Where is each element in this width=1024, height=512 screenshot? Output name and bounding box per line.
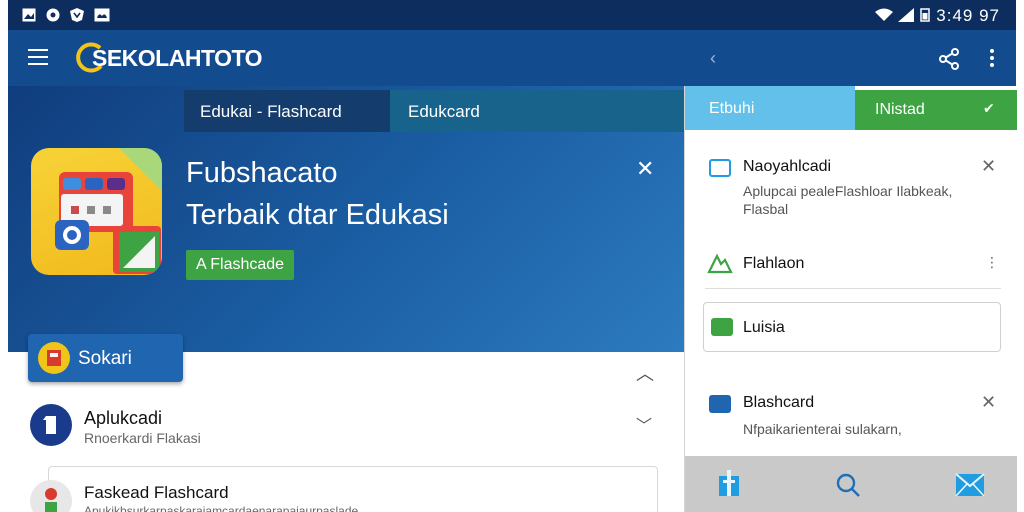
list-item-subtitle: Apukikbsurkarpaskaraiamcardaenarapaiaurp… xyxy=(84,504,359,512)
sokari-label: Sokari xyxy=(78,348,132,369)
close-icon[interactable]: ✕ xyxy=(981,156,996,177)
flashcard-badge[interactable]: A Flashcade xyxy=(186,250,295,280)
panel-item-subtitle: Aplupcai pealeFlashloar Ilabkeak, Flasba… xyxy=(743,183,953,217)
search-icon[interactable] xyxy=(835,472,861,498)
panel-item-title[interactable]: Luisia xyxy=(743,319,785,337)
close-icon[interactable]: ✕ xyxy=(981,392,996,413)
chevron-up-icon[interactable]: ︿ xyxy=(636,360,654,386)
shield-notification-icon xyxy=(70,8,84,22)
sokari-icon xyxy=(38,342,70,374)
list-section: Sokari ︿ Aplukcadi Rnoerkardi Flakasi ﹀ … xyxy=(8,334,684,512)
chevron-down-icon[interactable]: ﹀ xyxy=(636,412,652,436)
home-icon[interactable] xyxy=(717,470,741,498)
panel-item-title[interactable]: Naoyahlcadi xyxy=(743,158,831,176)
right-panel: Etbuhi INistad ✔ Naoyahlcadi Aplupcai pe… xyxy=(684,86,1017,512)
list-item-subtitle: Rnoerkardi Flakasi xyxy=(84,430,201,446)
panel-item-title[interactable]: Blashcard xyxy=(743,394,814,412)
share-icon[interactable] xyxy=(938,48,960,70)
list-item-title[interactable]: Aplukcadi xyxy=(84,408,162,429)
signal-icon xyxy=(898,8,914,22)
tab-bar: Edukai - Flashcard Edukcard xyxy=(184,90,684,132)
panel-app-bar: ‹ xyxy=(684,30,1016,86)
gallery-notification-icon xyxy=(22,8,36,22)
panel-item-title[interactable]: Flahlaon xyxy=(743,255,804,273)
tab-edukai-flashcard[interactable]: Edukai - Flashcard xyxy=(184,90,390,132)
sokari-chip[interactable]: Sokari xyxy=(28,334,183,382)
hero-title: Fubshacato Terbaik dtar Edukasi xyxy=(186,152,449,236)
app-screen: 3:49 97 SEKOLAHTOTO ‹ Edukai - Flashcard… xyxy=(0,0,1024,512)
tab-etbuhi[interactable]: Etbuhi xyxy=(685,86,855,130)
list-item-icon xyxy=(30,480,72,512)
bottom-nav xyxy=(685,456,1017,512)
app-icon xyxy=(31,148,162,275)
cloud-notification-icon xyxy=(94,8,110,22)
check-icon: ✔ xyxy=(983,100,995,116)
hero-banner: Edukai - Flashcard Edukcard Fubshacato T… xyxy=(8,86,684,352)
mail-icon[interactable] xyxy=(955,472,985,498)
list-item-title[interactable]: Faskead Flashcard xyxy=(84,483,229,503)
folder-icon xyxy=(709,159,731,177)
status-bar: 3:49 97 xyxy=(8,0,1016,30)
flashcard-app-icon xyxy=(55,148,162,274)
panel-item-subtitle: Nfpaikarienterai sulakarn, xyxy=(743,421,902,437)
hero-title-line1: Fubshacato xyxy=(186,157,338,189)
back-arrow-icon[interactable]: ‹ xyxy=(710,48,716,69)
divider xyxy=(705,288,1001,289)
mountain-icon xyxy=(707,253,733,274)
list-item-icon xyxy=(30,404,72,446)
tab-edukcard[interactable]: Edukcard xyxy=(390,90,684,132)
hamburger-icon[interactable] xyxy=(28,49,48,65)
status-time: 3:49 97 xyxy=(936,6,1000,25)
card-icon xyxy=(709,395,731,413)
app-bar: SEKOLAHTOTO xyxy=(8,30,684,86)
battery-icon xyxy=(920,8,930,22)
hero-title-line2: Terbaik dtar Edukasi xyxy=(186,199,449,231)
camera-notification-icon xyxy=(46,8,60,22)
wifi-icon xyxy=(875,8,893,21)
app-title: SEKOLAHTOTO xyxy=(92,45,263,71)
more-vert-icon[interactable] xyxy=(990,49,996,67)
chat-icon xyxy=(711,318,733,336)
more-icon[interactable]: ⋮ xyxy=(985,254,999,271)
close-icon[interactable]: ✕ xyxy=(636,156,654,182)
